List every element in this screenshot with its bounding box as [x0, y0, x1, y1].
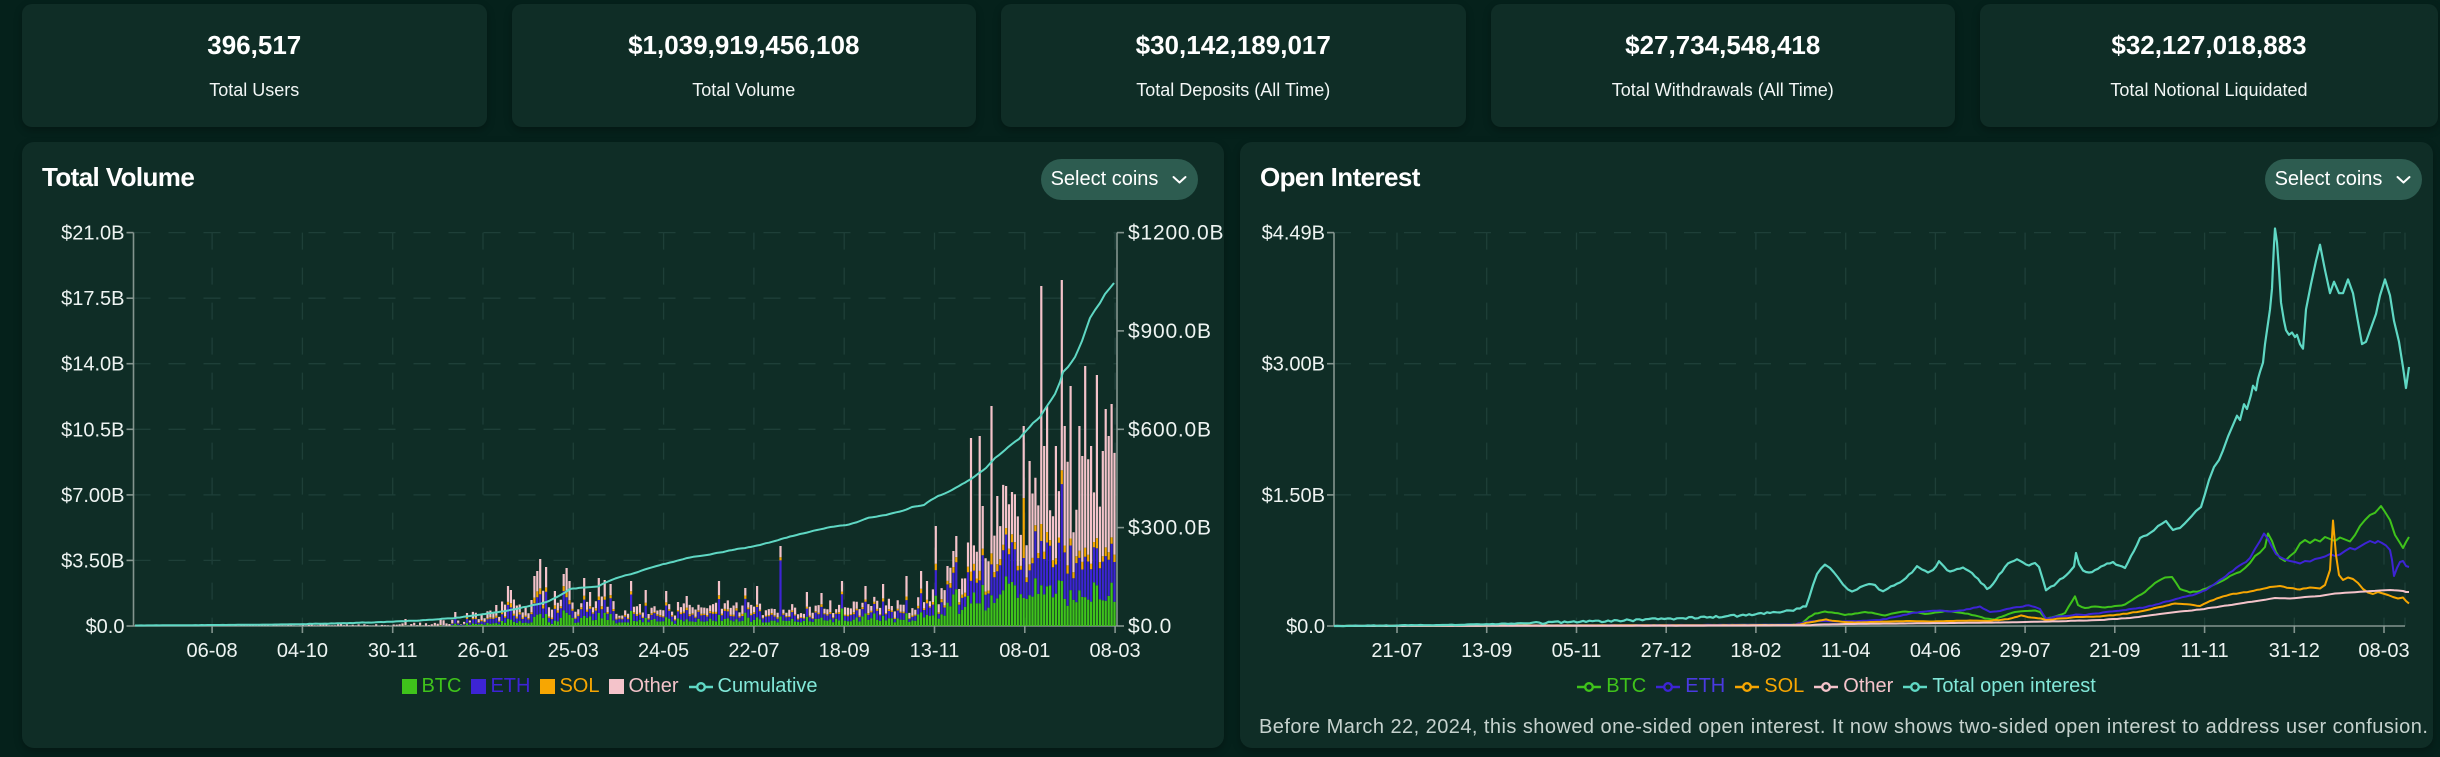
svg-text:$3.50B: $3.50B — [61, 550, 124, 572]
svg-text:21-09: 21-09 — [2089, 640, 2140, 662]
svg-text:$17.5B: $17.5B — [61, 288, 124, 310]
svg-text:05-11: 05-11 — [1552, 640, 1602, 662]
svg-text:30-11: 30-11 — [368, 640, 418, 662]
svg-text:13-09: 13-09 — [1461, 640, 1512, 662]
svg-text:06-08: 06-08 — [187, 640, 238, 662]
svg-text:13-11: 13-11 — [910, 640, 960, 662]
svg-text:$10.5B: $10.5B — [61, 419, 124, 441]
svg-text:$4.49B: $4.49B — [1262, 223, 1325, 245]
svg-text:08-03: 08-03 — [2358, 640, 2409, 662]
svg-text:27-12: 27-12 — [1641, 640, 1692, 662]
svg-text:$0.0: $0.0 — [1128, 615, 1172, 638]
svg-text:$21.0B: $21.0B — [61, 223, 124, 245]
svg-text:18-09: 18-09 — [819, 640, 870, 662]
svg-text:08-01: 08-01 — [999, 640, 1050, 662]
svg-text:18-02: 18-02 — [1730, 640, 1781, 662]
svg-text:$7.00B: $7.00B — [61, 485, 124, 507]
svg-text:26-01: 26-01 — [457, 640, 508, 662]
svg-text:$1.50B: $1.50B — [1262, 485, 1325, 507]
svg-text:$300.0B: $300.0B — [1128, 517, 1212, 540]
svg-text:11-04: 11-04 — [1821, 640, 1871, 662]
svg-text:25-03: 25-03 — [548, 640, 599, 662]
svg-text:$900.0B: $900.0B — [1128, 320, 1212, 343]
svg-text:04-10: 04-10 — [277, 640, 328, 662]
svg-text:$3.00B: $3.00B — [1262, 354, 1325, 376]
svg-text:31-12: 31-12 — [2269, 640, 2320, 662]
svg-text:$600.0B: $600.0B — [1128, 418, 1212, 441]
svg-text:04-06: 04-06 — [1910, 640, 1961, 662]
svg-text:$14.0B: $14.0B — [61, 354, 124, 376]
svg-text:21-07: 21-07 — [1371, 640, 1422, 662]
svg-text:11-11: 11-11 — [2181, 640, 2229, 662]
svg-text:$1200.0B: $1200.0B — [1128, 222, 1224, 245]
svg-text:$0.0: $0.0 — [86, 616, 125, 638]
svg-text:08-03: 08-03 — [1090, 640, 1141, 662]
svg-text:24-05: 24-05 — [638, 640, 689, 662]
svg-text:29-07: 29-07 — [2000, 640, 2051, 662]
svg-text:$0.0: $0.0 — [1286, 616, 1325, 638]
svg-text:22-07: 22-07 — [728, 640, 779, 662]
